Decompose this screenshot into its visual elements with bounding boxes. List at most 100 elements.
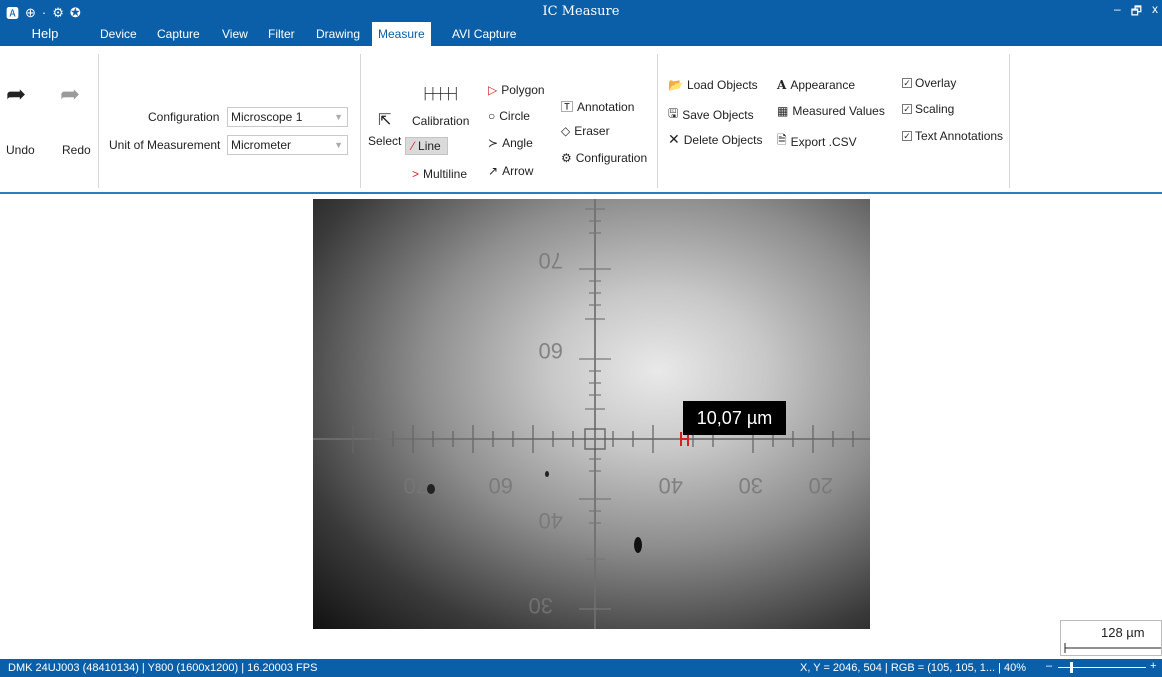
measured-values-label: Measured Values (792, 104, 885, 118)
scaling-checkbox[interactable]: ✓ Scaling (902, 102, 954, 116)
undo-label: Undo (6, 143, 35, 157)
scale-bar: 128 µm (1060, 620, 1162, 656)
text-annotation-icon: 🅃 (561, 100, 574, 114)
eraser-button[interactable]: ◇ Eraser (561, 124, 610, 138)
select-tool-button[interactable]: ⇱ Select (368, 110, 401, 148)
window-title: IC Measure (542, 4, 620, 19)
configuration-label: Configuration (148, 110, 220, 124)
polygon-icon: ▷ (488, 83, 498, 97)
reticle-number: 60 (539, 338, 563, 363)
overlay-checkbox[interactable]: ✓ Overlay (902, 76, 956, 90)
tab-filter[interactable]: Filter (268, 22, 295, 46)
tab-device[interactable]: Device (100, 22, 137, 46)
microscope-image[interactable]: 70 60 40 30 20 60 40 30 70 (313, 199, 870, 629)
save-icon: 🖫 (668, 106, 679, 120)
load-objects-button[interactable]: 📂 Load Objects (668, 78, 758, 92)
multiline-label: Multiline (423, 167, 468, 181)
tab-view[interactable]: View (222, 22, 248, 46)
angle-label: Angle (502, 136, 533, 150)
line-label: Line (418, 139, 441, 153)
eraser-icon: ◇ (561, 124, 571, 138)
zoom-in-button[interactable]: + (1150, 660, 1156, 672)
reticle-overlay: 70 60 40 30 20 60 40 30 70 (313, 199, 870, 629)
scale-bar-label: 128 µm (1101, 625, 1145, 640)
measure-configuration-label: Configuration (575, 151, 648, 165)
circle-label: Circle (499, 109, 530, 123)
circle-tool-button[interactable]: ○ Circle (488, 109, 530, 123)
checkbox-checked-icon: ✓ (902, 131, 912, 141)
multiline-tool-button[interactable]: > Multiline (412, 167, 467, 181)
redo-label: Redo (62, 143, 91, 157)
multiline-icon: > (412, 167, 420, 181)
tab-measure[interactable]: Measure (372, 22, 431, 46)
redo-icon: ➦ (60, 81, 81, 108)
polygon-label: Polygon (501, 83, 545, 97)
undo-button[interactable]: ➦ (6, 80, 26, 109)
reticle-number: 40 (539, 508, 563, 533)
unit-select[interactable]: Micrometer ▼ (227, 135, 348, 155)
separator (360, 54, 361, 188)
redo-button[interactable]: ➦ (60, 80, 80, 109)
save-objects-button[interactable]: 🖫 Save Objects (668, 104, 754, 125)
tab-drawing[interactable]: Drawing (316, 22, 360, 46)
reticle-number: 70 (539, 248, 563, 273)
separator (657, 54, 658, 188)
unit-label: Unit of Measurement (109, 138, 221, 152)
ribbon: ➦ Undo ➦ Redo Configuration Microscope 1… (0, 46, 1162, 194)
reticle-number: 40 (659, 473, 683, 498)
table-icon: ▦ (777, 104, 789, 118)
tab-help[interactable]: Help (0, 22, 90, 46)
annotation-label: Annotation (577, 99, 635, 114)
text-annotations-checkbox[interactable]: ✓ Text Annotations (902, 129, 1003, 143)
appearance-button[interactable]: A Appearance (777, 78, 855, 92)
folder-open-icon: 📂 (668, 78, 683, 92)
annotation-button[interactable]: 🅃 Annotation (561, 98, 634, 115)
separator (98, 54, 99, 188)
ribbon-tabs: Help Device Capture View Filter Drawing … (0, 22, 1162, 46)
angle-tool-button[interactable]: ≻ Angle (488, 136, 533, 150)
unit-value: Micrometer (231, 138, 292, 152)
delete-icon: ✕ (668, 131, 680, 147)
reticle-number: 20 (809, 473, 833, 498)
window-controls: – 🗗 x (1114, 2, 1158, 23)
arrow-tool-button[interactable]: ↗ Arrow (488, 164, 533, 178)
calibration-button[interactable]: ├┼┼┼┤ Calibration (412, 88, 469, 128)
arrow-icon: ↗ (488, 164, 499, 178)
close-button[interactable]: x (1152, 2, 1158, 23)
configuration-value: Microscope 1 (231, 110, 303, 124)
configuration-select[interactable]: Microscope 1 ▼ (227, 107, 348, 127)
tab-capture[interactable]: Capture (157, 22, 200, 46)
measure-configuration-button[interactable]: ⚙ Configuration (561, 151, 647, 165)
scale-bar-line (1064, 643, 1161, 653)
angle-icon: ≻ (488, 136, 499, 150)
title-bar: 🅰 ⊕ · ⚙ ✪ IC Measure – 🗗 x (0, 0, 1162, 22)
export-csv-button[interactable]: 🗎 Export .CSV (777, 131, 857, 152)
undo-icon: ➦ (6, 81, 27, 108)
polygon-tool-button[interactable]: ▷ Polygon (488, 83, 545, 97)
zoom-out-button[interactable]: – (1046, 660, 1052, 672)
cursor-icon: ⇱ (377, 112, 392, 129)
save-objects-label: Save Objects (682, 107, 754, 122)
checkbox-checked-icon: ✓ (902, 104, 912, 114)
calibration-label: Calibration (412, 114, 470, 128)
delete-objects-button[interactable]: ✕ Delete Objects (668, 131, 762, 148)
measured-values-button[interactable]: ▦ Measured Values (777, 104, 885, 118)
export-csv-label: Export .CSV (790, 134, 857, 149)
appearance-label: Appearance (790, 78, 856, 92)
delete-objects-label: Delete Objects (683, 132, 763, 147)
ruler-icon: ├┼┼┼┤ (421, 88, 461, 100)
scaling-label: Scaling (915, 102, 955, 116)
tab-avi-capture[interactable]: AVI Capture (452, 22, 516, 46)
reticle-number: 30 (739, 473, 763, 498)
text-annotations-label: Text Annotations (915, 129, 1004, 143)
reticle-number: 70 (404, 473, 428, 498)
measurement-label[interactable]: 10,07 µm (683, 401, 786, 435)
line-tool-button[interactable]: ⁄ Line (405, 137, 448, 155)
checkbox-checked-icon: ✓ (902, 78, 912, 88)
restore-button[interactable]: 🗗 (1131, 2, 1142, 23)
chevron-down-icon: ▼ (334, 140, 343, 150)
zoom-slider-thumb[interactable] (1070, 662, 1073, 673)
select-label: Select (368, 134, 402, 148)
device-status: DMK 24UJ003 (48410134) | Y800 (1600x1200… (8, 662, 318, 674)
minimize-button[interactable]: – (1114, 2, 1121, 23)
